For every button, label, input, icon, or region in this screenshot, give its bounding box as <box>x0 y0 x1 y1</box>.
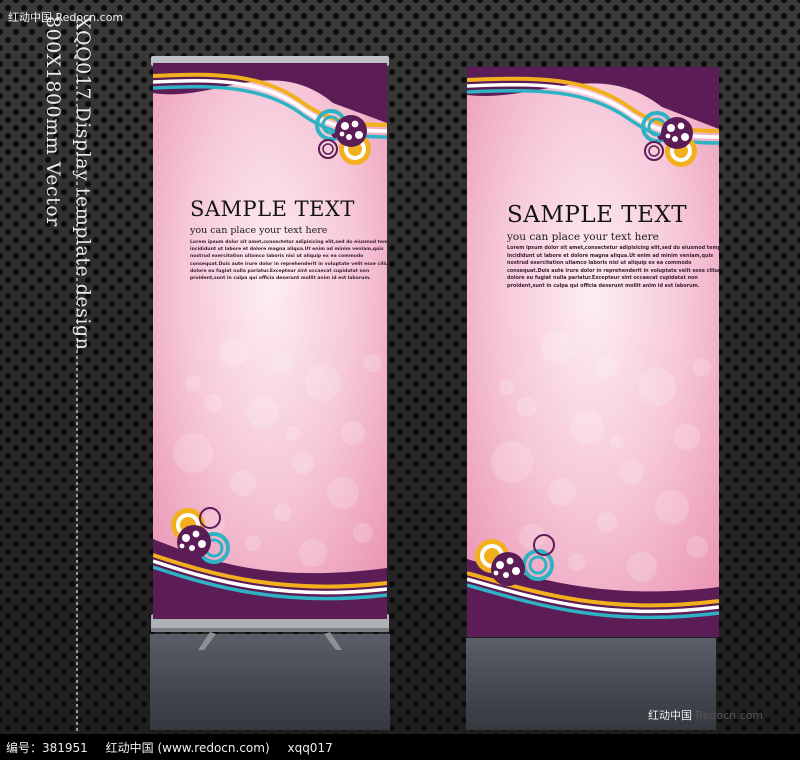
body-line: incididunt ut labore et dolore magna ali… <box>507 252 714 259</box>
watermark-site: Redocn.com <box>695 709 764 722</box>
footer-id: 编号：381951 <box>6 741 88 755</box>
body-line: consequat.Duis aute irure dolor in repre… <box>190 261 387 267</box>
watermark-bottom: 红动中国 Redocn.com <box>648 707 763 723</box>
banner-title: SAMPLE TEXT <box>507 202 688 228</box>
banner-subtitle: you can place your text here <box>190 225 328 236</box>
footer-code: xqq017 <box>287 741 333 755</box>
left-banner-art <box>153 63 387 619</box>
left-banner: SAMPLE TEXT you can place your text here… <box>153 63 387 619</box>
watermark-brand: 红动中国 <box>648 709 692 722</box>
body-line: incididunt ut labore et dolore magna ali… <box>190 247 384 253</box>
footer-text: 编号：381951 红动中国 (www.redocn.com) xqq017 <box>6 739 347 756</box>
body-line: consequat.Duis aute irure dolor in repre… <box>507 267 719 274</box>
banner-subtitle: you can place your text here <box>507 231 659 243</box>
right-banner-text: SAMPLE TEXT you can place your text here… <box>507 202 719 291</box>
caption-line-2: 800X1800mm Vector <box>42 16 64 227</box>
right-banner: SAMPLE TEXT you can place your text here… <box>467 67 719 637</box>
vertical-caption: XQQ017 Display template design 800X1800m… <box>30 16 98 436</box>
left-banner-text: SAMPLE TEXT you can place your text here… <box>190 197 387 282</box>
body-line: proident,sunt in culpa qui officia deser… <box>190 276 371 282</box>
body-line: nostrud exercitation ullamco laboris nis… <box>507 260 692 267</box>
footer-site-link[interactable]: 红动中国 (www.redocn.com) <box>106 741 270 755</box>
right-banner-art <box>467 67 719 637</box>
body-line: nostrud exercitation ullamco laboris nis… <box>190 254 364 260</box>
footer-bar: 编号：381951 红动中国 (www.redocn.com) xqq017 <box>0 734 800 760</box>
banner-title: SAMPLE TEXT <box>190 197 355 221</box>
body-line: Lorem ipsum dolor sit amet,consectetur a… <box>507 245 719 251</box>
poster-canvas: 红动中国 Redocn.com XQQ017 Display template … <box>0 0 800 760</box>
body-line: Lorem ipsum dolor sit amet,consectetur a… <box>190 240 387 245</box>
caption-line-1: XQQ017 Display template design <box>72 16 94 351</box>
body-line: proident,sunt in culpa qui officia deser… <box>507 282 700 289</box>
body-line: dolore eu fugiat nulla pariatur.Excepteu… <box>190 268 370 274</box>
body-line: dolore eu fugiat nulla pariatur.Excepteu… <box>507 275 698 282</box>
